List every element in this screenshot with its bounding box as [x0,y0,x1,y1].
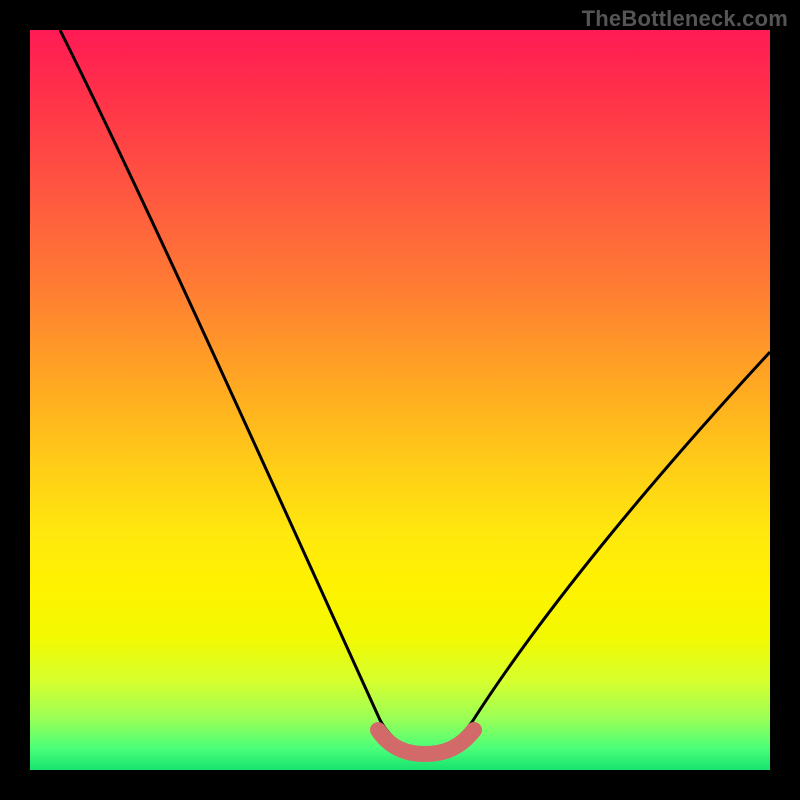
chart-frame: TheBottleneck.com [0,0,800,800]
curve-svg [30,30,770,770]
bottleneck-curve [60,30,770,750]
optimal-band [378,730,474,754]
plot-area [30,30,770,770]
watermark-text: TheBottleneck.com [582,6,788,32]
